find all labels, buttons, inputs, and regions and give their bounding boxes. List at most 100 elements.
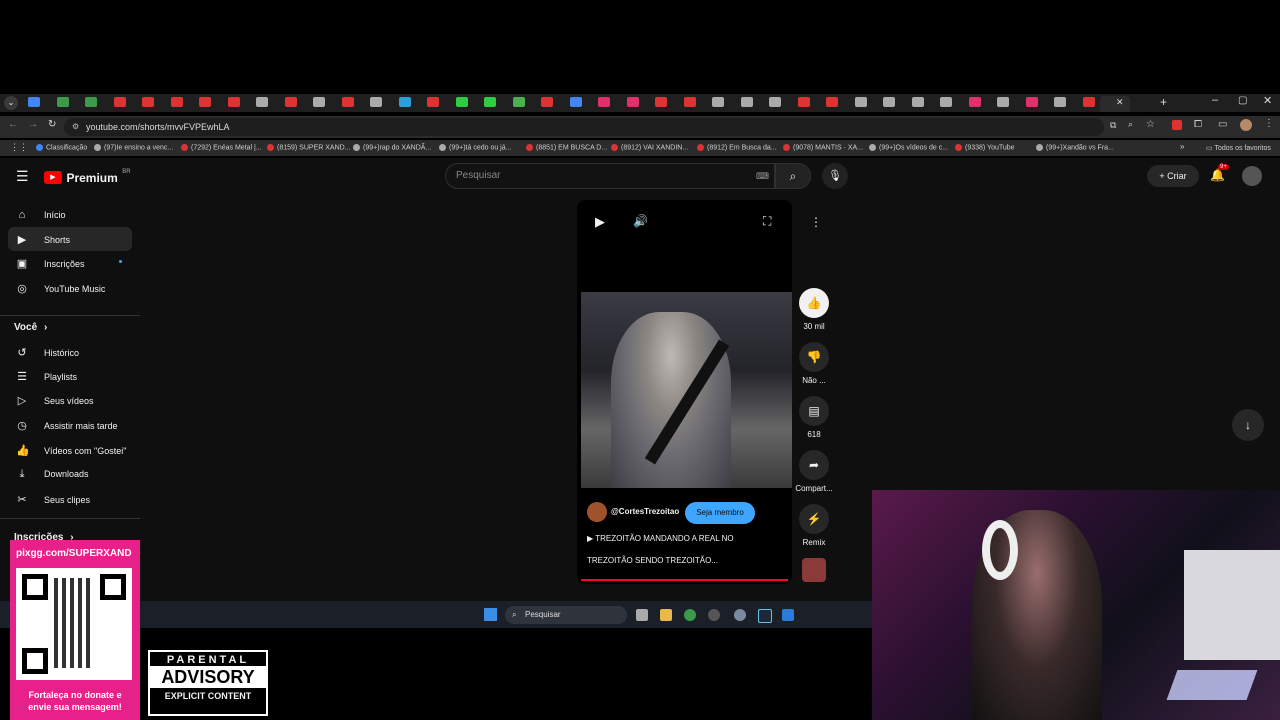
bookmark-item[interactable]: (7292) Enéas Metal |... <box>181 144 262 151</box>
channel-avatar[interactable] <box>587 502 607 522</box>
tab-favicon[interactable] <box>85 97 97 107</box>
short-title-line[interactable]: ▶ TREZOITÃO MANDANDO A REAL NO <box>587 534 734 543</box>
sidebar-item-home[interactable]: ⌂ Início <box>16 209 66 221</box>
site-info-icon[interactable]: ⚙ <box>72 118 79 136</box>
minimize-button[interactable]: – <box>1212 94 1218 106</box>
bookmark-item[interactable]: (99+)Xandão vs Fra... <box>1036 144 1114 151</box>
tab-favicon[interactable] <box>683 97 696 107</box>
bookmark-item[interactable]: (8912) Em Busca da... <box>697 144 777 151</box>
tab-favicon[interactable] <box>968 97 981 107</box>
browser-menu-icon[interactable]: ⋮ <box>1264 118 1274 129</box>
task-view-icon[interactable] <box>636 609 648 621</box>
tab-favicon[interactable] <box>56 97 69 107</box>
tab-favicon[interactable] <box>940 97 952 107</box>
tab-favicon[interactable] <box>256 97 268 107</box>
tab-favicon[interactable] <box>142 97 154 107</box>
tab-favicon[interactable] <box>455 97 468 107</box>
search-button[interactable]: ⌕ <box>775 163 811 189</box>
share-action[interactable]: ➦ Compart... <box>794 450 834 493</box>
tab-favicon[interactable] <box>341 97 354 107</box>
comments-action[interactable]: ▤ 618 <box>798 396 830 439</box>
volume-icon[interactable]: 🔊 <box>633 214 648 228</box>
tab-favicon[interactable] <box>740 97 753 107</box>
steam-icon[interactable] <box>758 609 772 623</box>
search-input[interactable]: Pesquisar ⌨ <box>445 163 775 189</box>
app-icon[interactable] <box>782 609 794 621</box>
chrome-icon[interactable] <box>684 609 696 621</box>
tab-favicon[interactable] <box>512 97 525 107</box>
bookmark-item[interactable]: (8851) EM BUSCA D... <box>526 144 607 151</box>
back-icon[interactable]: ← <box>8 119 18 130</box>
extensions-puzzle-icon[interactable]: ⧠ <box>1194 119 1202 130</box>
more-options-icon[interactable]: ⋮ <box>810 215 822 229</box>
tab-favicon[interactable] <box>199 97 211 107</box>
tab-favicon[interactable] <box>1054 97 1066 107</box>
sidebar-item-watch-later[interactable]: ◷ Assistir mais tarde <box>16 419 117 432</box>
notifications-button[interactable]: 🔔 9+ <box>1210 164 1229 182</box>
sidebar-item-clips[interactable]: ✂ Seus clipes <box>16 493 90 506</box>
bookmark-item[interactable]: (9078) MANTIS · XA... <box>783 144 863 151</box>
tab-favicon[interactable] <box>484 97 496 107</box>
dislike-action[interactable]: 👎 Não ... <box>798 342 830 385</box>
next-short-button[interactable]: ↓ <box>1232 409 1264 441</box>
tab-favicon[interactable] <box>1025 97 1038 107</box>
sidebar-item-history[interactable]: ↺ Histórico <box>16 346 79 359</box>
apps-icon[interactable]: ⋮⋮ <box>10 142 28 153</box>
tab-favicon[interactable] <box>1082 97 1095 107</box>
reload-icon[interactable]: ↻ <box>48 119 56 130</box>
sidebar-icon[interactable]: ▭ <box>1218 119 1227 130</box>
tab-favicon[interactable] <box>626 97 639 107</box>
extension-icon[interactable] <box>1172 120 1182 130</box>
tab-favicon[interactable] <box>655 97 667 107</box>
tab-favicon[interactable] <box>797 97 810 107</box>
bookmark-item[interactable]: (9338) YouTube <box>955 144 1015 151</box>
sidebar-item-download[interactable]: ⤓ Downloads <box>16 468 89 481</box>
tab-favicon[interactable] <box>170 97 183 107</box>
app-icon[interactable] <box>708 609 720 621</box>
tab-favicon[interactable] <box>313 97 325 107</box>
taskbar-search[interactable]: ⌕ Pesquisar <box>505 606 627 624</box>
zoom-icon[interactable]: ⌕ <box>1128 119 1133 130</box>
audio-thumbnail[interactable] <box>802 558 826 582</box>
sidebar-item-shorts[interactable]: ▶ Shorts <box>16 233 70 246</box>
channel-name[interactable]: @CortesTrezoitao <box>611 507 679 516</box>
keyboard-icon[interactable]: ⌨ <box>756 164 769 188</box>
remix-action[interactable]: ⚡ Remix <box>798 504 830 547</box>
youtube-logo[interactable]: ▶ Premium BR <box>44 169 131 187</box>
bookmark-star-icon[interactable]: ☆ <box>1146 119 1155 130</box>
tab-search-icon[interactable]: ⌄ <box>4 96 18 110</box>
progress-bar[interactable] <box>581 579 788 581</box>
create-button[interactable]: + Criar <box>1147 165 1199 187</box>
maximize-button[interactable]: ▢ <box>1238 95 1247 106</box>
more-bookmarks-icon[interactable]: » <box>1180 142 1184 151</box>
tab-favicon[interactable] <box>427 97 439 107</box>
sidebar-item-your-videos[interactable]: ▷ Seus vídeos <box>16 394 94 407</box>
sidebar-item-subscriptions[interactable]: ▣ Inscrições <box>16 257 122 270</box>
sidebar-item-playlists[interactable]: ☰ Playlists <box>16 370 77 383</box>
new-tab-button[interactable]: + <box>1160 95 1167 109</box>
like-action[interactable]: 👍 30 mil <box>798 288 830 331</box>
join-button[interactable]: Seja membro <box>685 502 755 524</box>
bookmark-item[interactable]: Classificação <box>36 144 87 151</box>
tab-favicon[interactable] <box>911 97 924 107</box>
all-bookmarks[interactable]: ▭ Todos os favoritos <box>1206 144 1271 152</box>
bookmark-item[interactable]: (97)Ie ensino a venc... <box>94 144 173 151</box>
tab-favicon[interactable] <box>769 97 781 107</box>
tab-favicon[interactable] <box>598 97 610 107</box>
sidebar-you-heading[interactable]: Você › <box>14 322 47 333</box>
close-window-button[interactable]: ✕ <box>1263 94 1272 107</box>
file-explorer-icon[interactable] <box>660 609 672 621</box>
shorts-player[interactable]: ▶ 🔊 ⛶ @CortesTrezoitao Seja membro ▶ TRE… <box>577 200 792 584</box>
windows-start-icon[interactable] <box>484 608 497 621</box>
fullscreen-icon[interactable]: ⛶ <box>763 214 771 229</box>
active-tab[interactable]: ✕ <box>1100 96 1130 112</box>
tab-favicon[interactable] <box>113 97 126 107</box>
tab-favicon[interactable] <box>398 97 411 107</box>
tab-favicon[interactable] <box>370 97 382 107</box>
bookmark-item[interactable]: (99+)tá cedo ou já... <box>439 144 511 151</box>
tab-favicon[interactable] <box>28 97 40 107</box>
short-title-line[interactable]: TREZOITÃO SENDO TREZOITÃO... <box>587 556 718 565</box>
profile-avatar[interactable] <box>1240 119 1252 131</box>
install-icon[interactable]: ⧉ <box>1110 120 1116 131</box>
sidebar-item-music[interactable]: ◎ YouTube Music <box>16 282 105 295</box>
